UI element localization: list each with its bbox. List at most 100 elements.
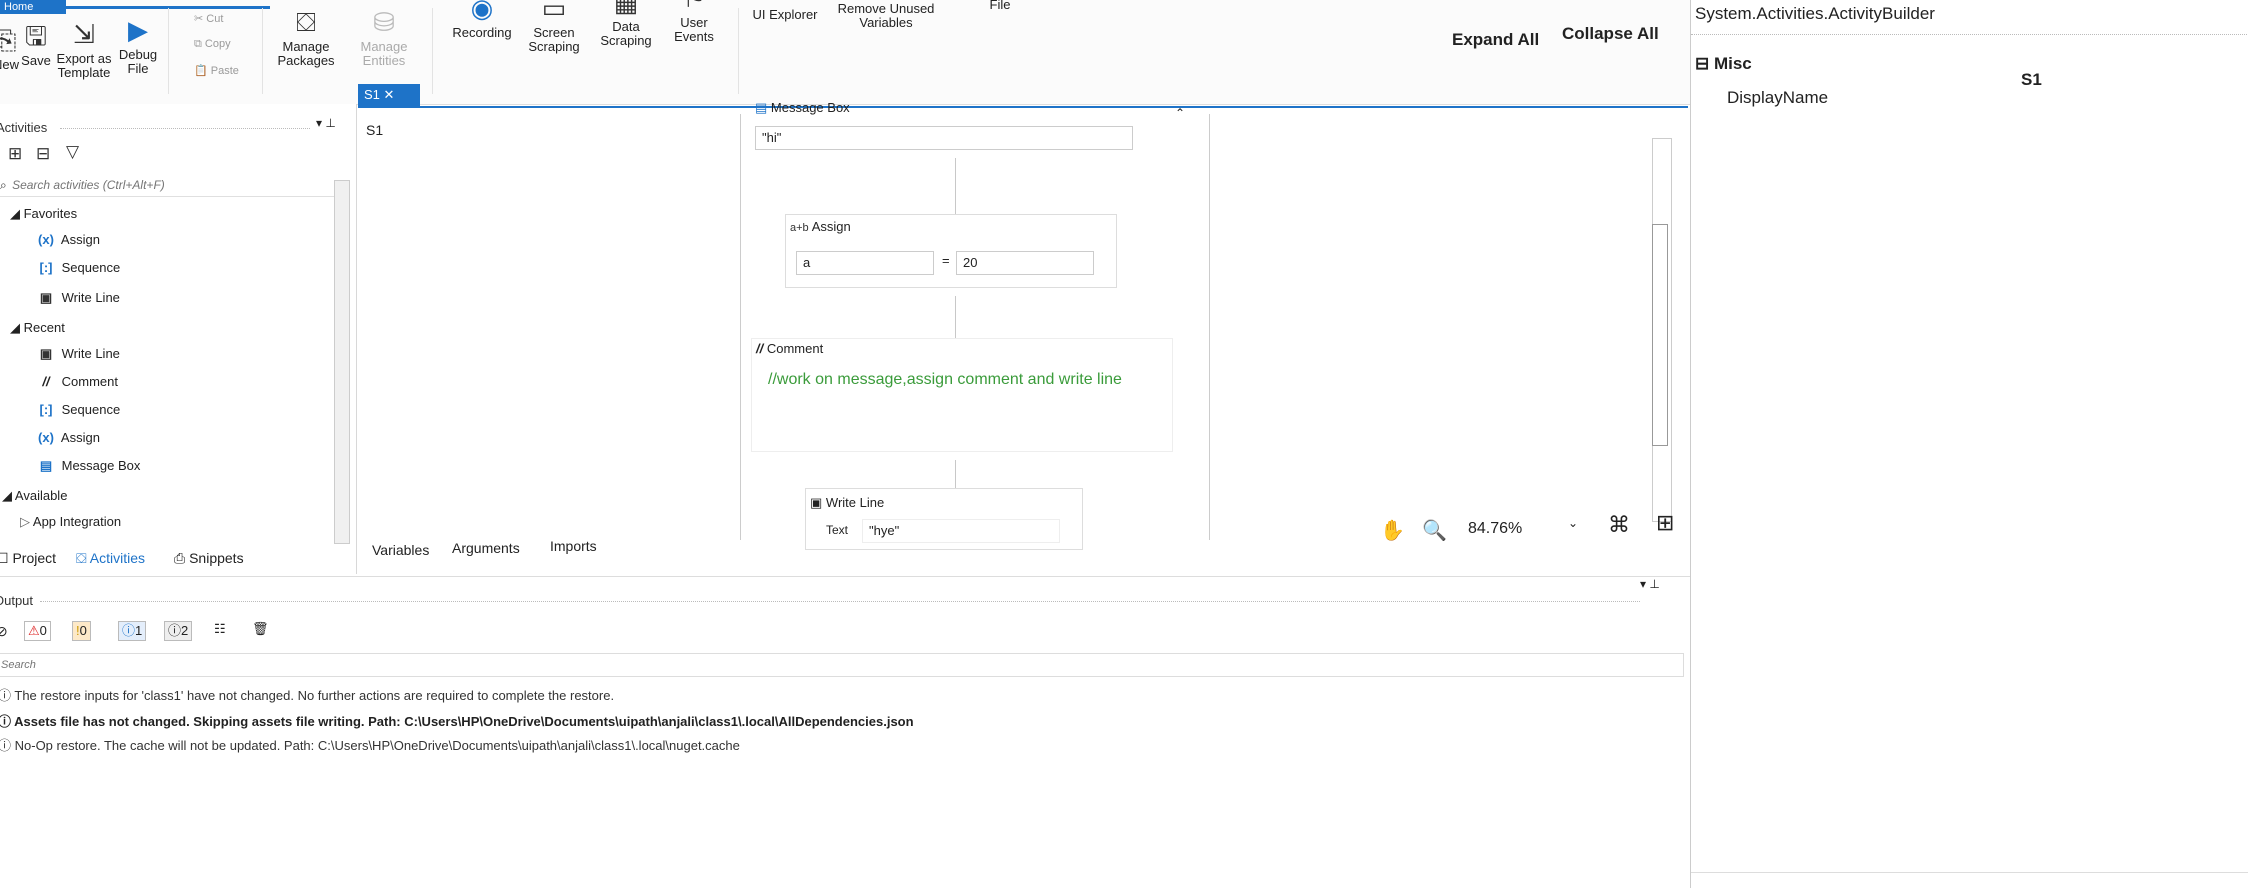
header-divider [1691, 34, 2248, 35]
info-badge[interactable]: ⓘ1 [118, 621, 147, 641]
tree-item-app-integration[interactable]: ▷ App Integration [20, 514, 121, 530]
displayname-value[interactable]: S1 [2021, 70, 2042, 90]
properties-bottom-tabs[interactable] [1691, 872, 2248, 889]
message-box-title: ▤ Message Box [755, 100, 850, 115]
error-icon: ⚠ [28, 623, 40, 638]
search-activities-field[interactable]: ⌕ [0, 176, 336, 197]
assign-title: a+b Assign [790, 219, 851, 234]
errors-badge[interactable]: ⚠0 [24, 621, 51, 641]
assign-activity[interactable]: a+b Assign a = 20 [785, 214, 1117, 288]
tree-item-sequence[interactable]: [:] Sequence [34, 260, 121, 275]
user-events-button[interactable]: ⚑ User Events [664, 0, 724, 44]
collapse-sequence-icon[interactable]: ⌃ [1175, 106, 1185, 120]
output-pin-icon[interactable]: ▾ ⊥ [1640, 577, 1660, 591]
export-template-button[interactable]: ⇲ Export as Template [56, 20, 112, 80]
zoom-level[interactable]: 84.76% [1468, 520, 1522, 538]
zoom-dropdown-icon[interactable]: ⌄ [1568, 516, 1578, 530]
overview-icon[interactable]: ⊞ [1656, 510, 1674, 536]
cut-icon: ✂ [194, 13, 207, 25]
ribbon-separator [262, 8, 263, 94]
available-group[interactable]: ◢ Available [2, 488, 67, 504]
assign-icon: (x) [38, 232, 54, 247]
activities-panel: Activities ▾ ⊥ ⊞ ⊟ ▽ ⌕ ◢ Favorites (x) A… [0, 104, 357, 574]
sequence-icon: [:] [39, 402, 53, 417]
file-menu-button[interactable]: ▤ File [976, 0, 1024, 12]
tab-project[interactable]: ☐ Project [0, 550, 56, 567]
write-line-title: ▣ Write Line [810, 495, 885, 510]
fit-screen-icon[interactable]: ⌘ [1608, 512, 1630, 538]
close-icon[interactable]: ✕ [384, 87, 395, 102]
properties-header: System.Activities.ActivityBuilder [1695, 4, 1935, 23]
comment-text[interactable]: //work on message,assign comment and wri… [768, 369, 1128, 391]
zoom-icon[interactable]: 🔍 [1422, 518, 1447, 543]
save-button[interactable]: 🖫 Save [16, 22, 56, 68]
warnings-badge[interactable]: !0 [72, 621, 91, 641]
screen-scraping-button[interactable]: ▭ Screen Scraping [522, 0, 586, 54]
write-line-activity[interactable]: ▣ Write Line Text "hye" [805, 488, 1083, 550]
output-title: Output [0, 593, 34, 608]
tree-item-sequence[interactable]: [:] Sequence [34, 402, 121, 417]
tree-item-assign[interactable]: (x) Assign [34, 232, 100, 247]
info-icon: ⓘ [0, 738, 12, 753]
timestamps-icon[interactable]: ☷ [214, 621, 226, 637]
assign-right-field[interactable]: 20 [956, 251, 1094, 275]
ribbon-separator [738, 8, 739, 94]
expand-all-icon[interactable]: ⊞ [8, 144, 22, 164]
designer-scroll-thumb[interactable] [1652, 224, 1668, 446]
comment-activity[interactable]: // Comment //work on message,assign comm… [751, 338, 1173, 452]
tree-item-write-line[interactable]: ▣ Write Line [34, 290, 120, 306]
manage-packages-button[interactable]: ⛋ Manage Packages [272, 8, 340, 68]
recording-button[interactable]: ◉ Recording [446, 0, 518, 40]
collapse-all-button[interactable]: Collapse All [1562, 24, 1659, 44]
clear-icon[interactable]: ⊘ [0, 623, 8, 640]
sequence-canvas[interactable]: ⌃ ▤ Message Box "hi" a+b Assign a = 20 /… [740, 100, 1210, 550]
favorites-group[interactable]: ◢ Favorites [10, 206, 77, 222]
info-icon: ⓘ [0, 714, 12, 729]
message-box-text-field[interactable]: "hi" [755, 126, 1133, 150]
tab-s1[interactable]: S1 ✕ [358, 84, 420, 106]
tab-arguments[interactable]: Arguments [452, 540, 520, 556]
expand-all-button[interactable]: Expand All [1452, 30, 1539, 50]
copy-icon: ⧉ [194, 38, 205, 50]
manage-entities-button[interactable]: ⛁ Manage Entities [356, 8, 412, 68]
delete-icon[interactable]: 🗑 [252, 621, 269, 637]
tree-item-comment[interactable]: // Comment [34, 374, 118, 389]
tab-home[interactable]: Home [0, 0, 66, 14]
paste-icon: 📋 [194, 65, 211, 77]
search-activities-input[interactable] [10, 177, 295, 193]
tree-item-write-line[interactable]: ▣ Write Line [34, 346, 120, 362]
pan-hand-icon[interactable]: ✋ [1380, 518, 1405, 543]
remove-unused-variables-button[interactable]: ⊟ Remove Unused Variables [836, 0, 936, 30]
tree-item-message-box[interactable]: ▤ Message Box [34, 458, 141, 474]
misc-category[interactable]: ⊟ Misc [1695, 54, 1752, 74]
tab-variables[interactable]: Variables [372, 542, 429, 558]
cut-button[interactable]: ✂ Cut [194, 12, 223, 25]
workflow-name: S1 [366, 122, 384, 138]
workflow-designer: S1 ✕ S1 Expand All Collapse All ⌃ ▤ Mess… [358, 24, 1688, 576]
debug-play-icon: ▶ [128, 15, 148, 45]
ui-explorer-button[interactable]: ⌕ UI Explorer [750, 0, 820, 22]
tab-imports[interactable]: Imports [550, 538, 597, 554]
tree-item-assign[interactable]: (x) Assign [34, 430, 100, 445]
copy-button[interactable]: ⧉ Copy [194, 38, 231, 51]
filter-icon[interactable]: ▽ [66, 142, 79, 162]
pin-icon[interactable]: ▾ ⊥ [316, 116, 336, 130]
user-events-icon: ⚑ [664, 0, 724, 12]
comment-icon: // [756, 341, 767, 356]
tab-activities[interactable]: ⛋ Activities [76, 550, 145, 567]
connector-line [955, 296, 956, 340]
data-scraping-button[interactable]: ▦ Data Scraping [594, 0, 658, 48]
output-search-input[interactable] [0, 653, 1684, 677]
trace-badge[interactable]: ⓘ2 [164, 621, 193, 641]
recent-group[interactable]: ◢ Recent [10, 320, 65, 336]
activities-scrollbar[interactable] [334, 180, 350, 544]
tab-snippets[interactable]: ⎙ Snippets [174, 550, 244, 567]
debug-file-button[interactable]: ▶ Debug File [116, 16, 160, 76]
assign-left-field[interactable]: a [796, 251, 934, 275]
ribbon-separator [168, 8, 169, 94]
collapse-all-icon[interactable]: ⊟ [36, 144, 50, 164]
ui-explorer-icon: ⌕ [750, 0, 820, 4]
write-line-text-field[interactable]: "hye" [862, 519, 1060, 543]
paste-button[interactable]: 📋 Paste [194, 64, 239, 77]
connector-line [955, 158, 956, 218]
